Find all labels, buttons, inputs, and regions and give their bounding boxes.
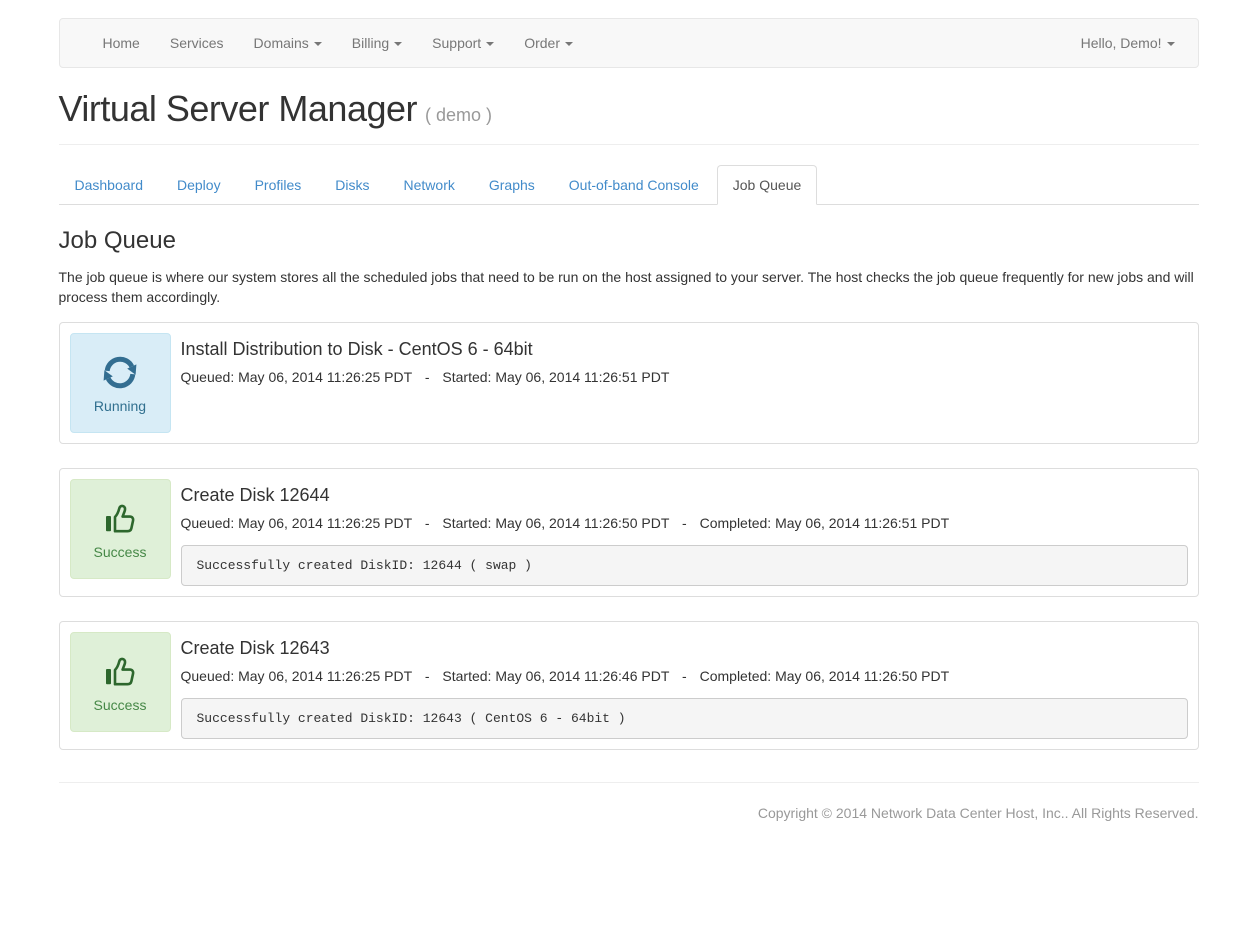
thumbs-up-icon (98, 650, 142, 694)
completed-label: Completed: (700, 515, 772, 531)
queued-label: Queued: (181, 668, 235, 684)
nav-item-services[interactable]: Services (155, 19, 239, 67)
status-label: Running (94, 398, 146, 414)
tab-bar: Dashboard Deploy Profiles Disks Network … (59, 165, 1199, 205)
queued-label: Queued: (181, 515, 235, 531)
job-output: Successfully created DiskID: 12643 ( Cen… (181, 698, 1188, 739)
meta-separator: - (425, 515, 430, 531)
status-badge: Success (70, 632, 171, 732)
meta-separator: - (425, 369, 430, 385)
user-menu[interactable]: Hello, Demo! (1066, 19, 1190, 67)
started-value: May 06, 2014 11:26:50 PDT (495, 515, 669, 531)
nav-item-label: Order (524, 35, 560, 51)
completed-value: May 06, 2014 11:26:51 PDT (775, 515, 949, 531)
caret-down-icon (314, 42, 322, 46)
started-label: Started: (442, 668, 491, 684)
thumbs-up-icon (98, 497, 142, 541)
queued-value: May 06, 2014 11:26:25 PDT (238, 668, 412, 684)
job-meta: Queued: May 06, 2014 11:26:25 PDT - Star… (181, 369, 1188, 385)
nav-item-support[interactable]: Support (417, 19, 509, 67)
job-title: Install Distribution to Disk - CentOS 6 … (181, 339, 1188, 360)
user-menu-label: Hello, Demo! (1081, 35, 1162, 51)
nav-item-label: Services (170, 35, 224, 51)
job-card: Success Create Disk 12643 Queued: May 06… (59, 621, 1199, 750)
started-label: Started: (442, 515, 491, 531)
caret-down-icon (486, 42, 494, 46)
caret-down-icon (1167, 42, 1175, 46)
started-value: May 06, 2014 11:26:46 PDT (495, 668, 669, 684)
tab-network[interactable]: Network (388, 165, 471, 205)
nav-item-home[interactable]: Home (88, 19, 155, 67)
started-label: Started: (442, 369, 491, 385)
job-body: Install Distribution to Disk - CentOS 6 … (181, 333, 1188, 385)
meta-separator: - (682, 515, 687, 531)
nav-item-label: Billing (352, 35, 389, 51)
nav-item-order[interactable]: Order (509, 19, 588, 67)
job-body: Create Disk 12643 Queued: May 06, 2014 1… (181, 632, 1188, 739)
nav-item-domains[interactable]: Domains (239, 19, 337, 67)
tab-profiles[interactable]: Profiles (239, 165, 318, 205)
tab-out-of-band-console[interactable]: Out-of-band Console (553, 165, 715, 205)
tab-disks[interactable]: Disks (319, 165, 385, 205)
tab-deploy[interactable]: Deploy (161, 165, 237, 205)
caret-down-icon (394, 42, 402, 46)
meta-separator: - (682, 668, 687, 684)
completed-label: Completed: (700, 668, 772, 684)
job-title: Create Disk 12643 (181, 638, 1188, 659)
navbar-left: Home Services Domains Billing Support Or… (88, 19, 589, 67)
job-meta: Queued: May 06, 2014 11:26:25 PDT - Star… (181, 515, 1188, 531)
job-card: Running Install Distribution to Disk - C… (59, 322, 1199, 444)
status-label: Success (94, 697, 147, 713)
job-title: Create Disk 12644 (181, 485, 1188, 506)
status-badge: Success (70, 479, 171, 579)
queued-label: Queued: (181, 369, 235, 385)
page-title: Virtual Server Manager (59, 88, 418, 129)
job-body: Create Disk 12644 Queued: May 06, 2014 1… (181, 479, 1188, 586)
queued-value: May 06, 2014 11:26:25 PDT (238, 369, 412, 385)
status-label: Success (94, 544, 147, 560)
section-title: Job Queue (59, 227, 1199, 255)
nav-item-label: Home (103, 35, 140, 51)
queued-value: May 06, 2014 11:26:25 PDT (238, 515, 412, 531)
job-card: Success Create Disk 12644 Queued: May 06… (59, 468, 1199, 597)
tab-dashboard[interactable]: Dashboard (59, 165, 160, 205)
nav-item-label: Domains (254, 35, 309, 51)
nav-item-label: Support (432, 35, 481, 51)
footer-divider (59, 782, 1199, 783)
nav-item-billing[interactable]: Billing (337, 19, 417, 67)
tab-graphs[interactable]: Graphs (473, 165, 551, 205)
refresh-icon (98, 351, 142, 395)
completed-value: May 06, 2014 11:26:50 PDT (775, 668, 949, 684)
navbar: Home Services Domains Billing Support Or… (59, 18, 1199, 68)
started-value: May 06, 2014 11:26:51 PDT (495, 369, 669, 385)
page-header: Virtual Server Manager ( demo ) (59, 88, 1199, 145)
navbar-right: Hello, Demo! (1066, 19, 1190, 67)
page-container: Home Services Domains Billing Support Or… (59, 18, 1199, 911)
meta-separator: - (425, 668, 430, 684)
tab-job-queue[interactable]: Job Queue (717, 165, 818, 205)
job-output: Successfully created DiskID: 12644 ( swa… (181, 545, 1188, 586)
section-description: The job queue is where our system stores… (59, 267, 1199, 308)
caret-down-icon (565, 42, 573, 46)
page-subtitle: ( demo ) (425, 105, 492, 125)
job-meta: Queued: May 06, 2014 11:26:25 PDT - Star… (181, 668, 1188, 684)
copyright: Copyright © 2014 Network Data Center Hos… (59, 805, 1199, 911)
status-badge: Running (70, 333, 171, 433)
